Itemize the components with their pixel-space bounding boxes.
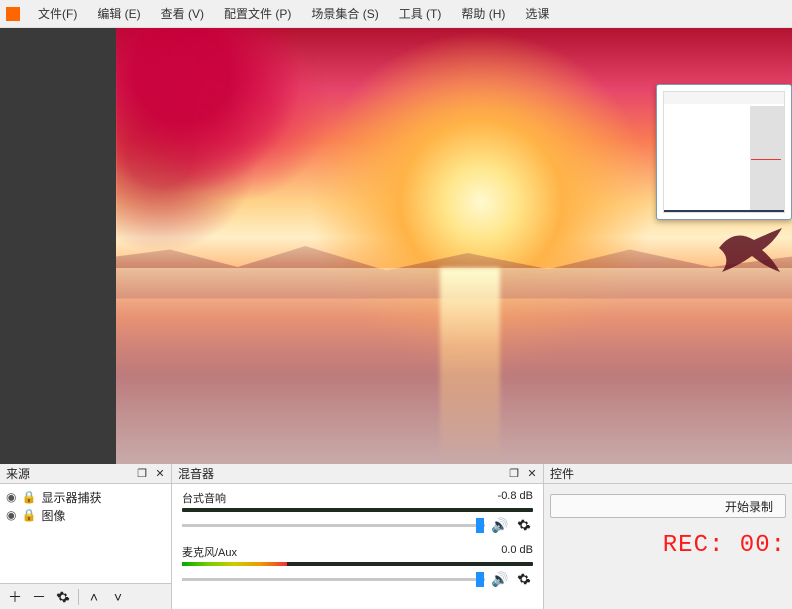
channel-name: 台式音响 (182, 490, 226, 506)
start-recording-button[interactable]: 开始录制 (550, 494, 786, 518)
volume-meter (182, 562, 533, 566)
preview-area[interactable] (0, 28, 792, 464)
gear-icon (517, 518, 531, 532)
source-label: 图像 (41, 507, 65, 524)
channel-name: 麦克风/Aux (182, 544, 237, 560)
mixer-channel: 麦克风/Aux 0.0 dB 🔊 (182, 544, 533, 588)
move-down-button[interactable]: ˅ (107, 587, 129, 607)
remove-source-button[interactable]: － (28, 587, 50, 607)
controls-panel: 控件 开始录制 REC: 00: (544, 464, 792, 609)
menu-help[interactable]: 帮助 (H) (451, 1, 515, 26)
add-source-button[interactable]: ＋ (4, 587, 26, 607)
slider-thumb[interactable] (476, 518, 484, 533)
slider-thumb[interactable] (476, 572, 484, 587)
scene-sun-reflection (440, 268, 500, 464)
thumbnail-annotation (751, 159, 781, 160)
mixer-panel: 混音器 ❐ ✕ 台式音响 -0.8 dB (172, 464, 544, 609)
scene-bird (714, 228, 784, 278)
controls-header[interactable]: 控件 (544, 464, 792, 484)
speaker-icon[interactable]: 🔊 (491, 570, 509, 588)
meter-fill (182, 562, 287, 566)
menu-tools[interactable]: 工具 (T) (389, 1, 452, 26)
menu-profile[interactable]: 配置文件 (P) (214, 1, 301, 26)
sources-panel: 来源 ❐ ✕ ◉ 🔒 显示器捕获 ◉ 🔒 图像 ＋ － (0, 464, 172, 609)
controls-body: 开始录制 REC: 00: (544, 484, 792, 609)
move-up-button[interactable]: ˄ (83, 587, 105, 607)
menu-file[interactable]: 文件(F) (28, 1, 87, 26)
source-thumbnail-window[interactable] (656, 84, 792, 220)
lock-icon[interactable]: 🔒 (21, 490, 36, 504)
bottom-dock: 来源 ❐ ✕ ◉ 🔒 显示器捕获 ◉ 🔒 图像 ＋ － (0, 464, 792, 609)
sources-header[interactable]: 来源 ❐ ✕ (0, 464, 171, 484)
menu-edit[interactable]: 编辑 (E) (87, 1, 150, 26)
toolbar-separator (78, 589, 79, 605)
channel-db: 0.0 dB (501, 544, 533, 560)
source-item[interactable]: ◉ 🔒 显示器捕获 (6, 488, 165, 506)
lock-icon[interactable]: 🔒 (21, 508, 36, 522)
mixer-header[interactable]: 混音器 ❐ ✕ (172, 464, 543, 484)
channel-db: -0.8 dB (498, 490, 533, 506)
menu-scene-collection[interactable]: 场景集合 (S) (301, 1, 388, 26)
channel-settings-button[interactable] (515, 570, 533, 588)
speaker-icon[interactable]: 🔊 (491, 516, 509, 534)
recording-status: REC: 00: (550, 532, 786, 559)
mixer-title: 混音器 (178, 465, 214, 482)
sources-popout-icon[interactable]: ❐ (135, 468, 149, 480)
source-item[interactable]: ◉ 🔒 图像 (6, 506, 165, 524)
volume-slider[interactable] (182, 578, 485, 581)
source-properties-button[interactable] (52, 587, 74, 607)
mixer-close-icon[interactable]: ✕ (525, 468, 539, 480)
channel-settings-button[interactable] (515, 516, 533, 534)
visibility-icon[interactable]: ◉ (6, 490, 16, 504)
controls-title: 控件 (550, 465, 574, 482)
source-label: 显示器捕获 (41, 489, 101, 506)
mixer-channel: 台式音响 -0.8 dB 🔊 (182, 490, 533, 534)
scene-foliage (116, 28, 336, 258)
volume-slider[interactable] (182, 524, 485, 527)
sources-title: 来源 (6, 465, 30, 482)
gear-icon (517, 572, 531, 586)
sources-close-icon[interactable]: ✕ (153, 468, 167, 480)
sources-toolbar: ＋ － ˄ ˅ (0, 583, 171, 609)
visibility-icon[interactable]: ◉ (6, 508, 16, 522)
menubar: 文件(F) 编辑 (E) 查看 (V) 配置文件 (P) 场景集合 (S) 工具… (0, 0, 792, 28)
sources-list[interactable]: ◉ 🔒 显示器捕获 ◉ 🔒 图像 (0, 484, 171, 583)
volume-meter (182, 508, 533, 512)
thumbnail-content (663, 91, 785, 213)
menu-view[interactable]: 查看 (V) (151, 1, 214, 26)
mixer-body: 台式音响 -0.8 dB 🔊 (172, 484, 543, 609)
preview-padding (0, 28, 116, 464)
gear-icon (56, 590, 70, 604)
app-logo (6, 7, 20, 21)
menu-custom[interactable]: 选课 (515, 1, 559, 26)
mixer-popout-icon[interactable]: ❐ (507, 468, 521, 480)
